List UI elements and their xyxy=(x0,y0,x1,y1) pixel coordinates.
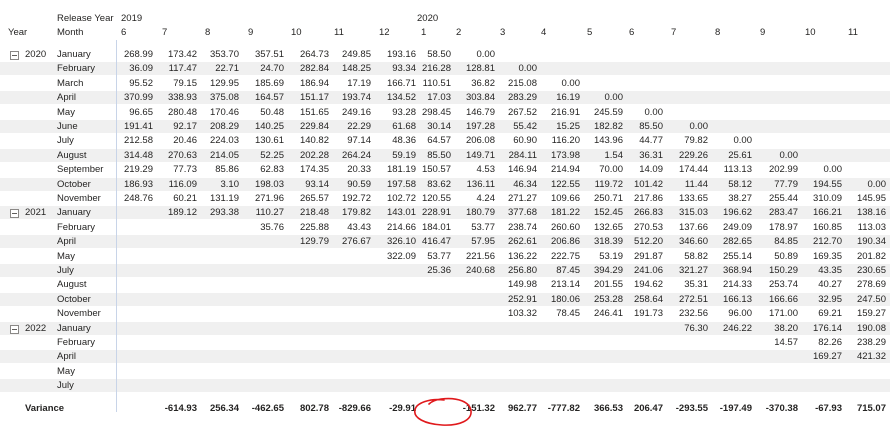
annotation-layer xyxy=(414,397,472,426)
hand-drawn-circle-annotation xyxy=(414,397,472,426)
